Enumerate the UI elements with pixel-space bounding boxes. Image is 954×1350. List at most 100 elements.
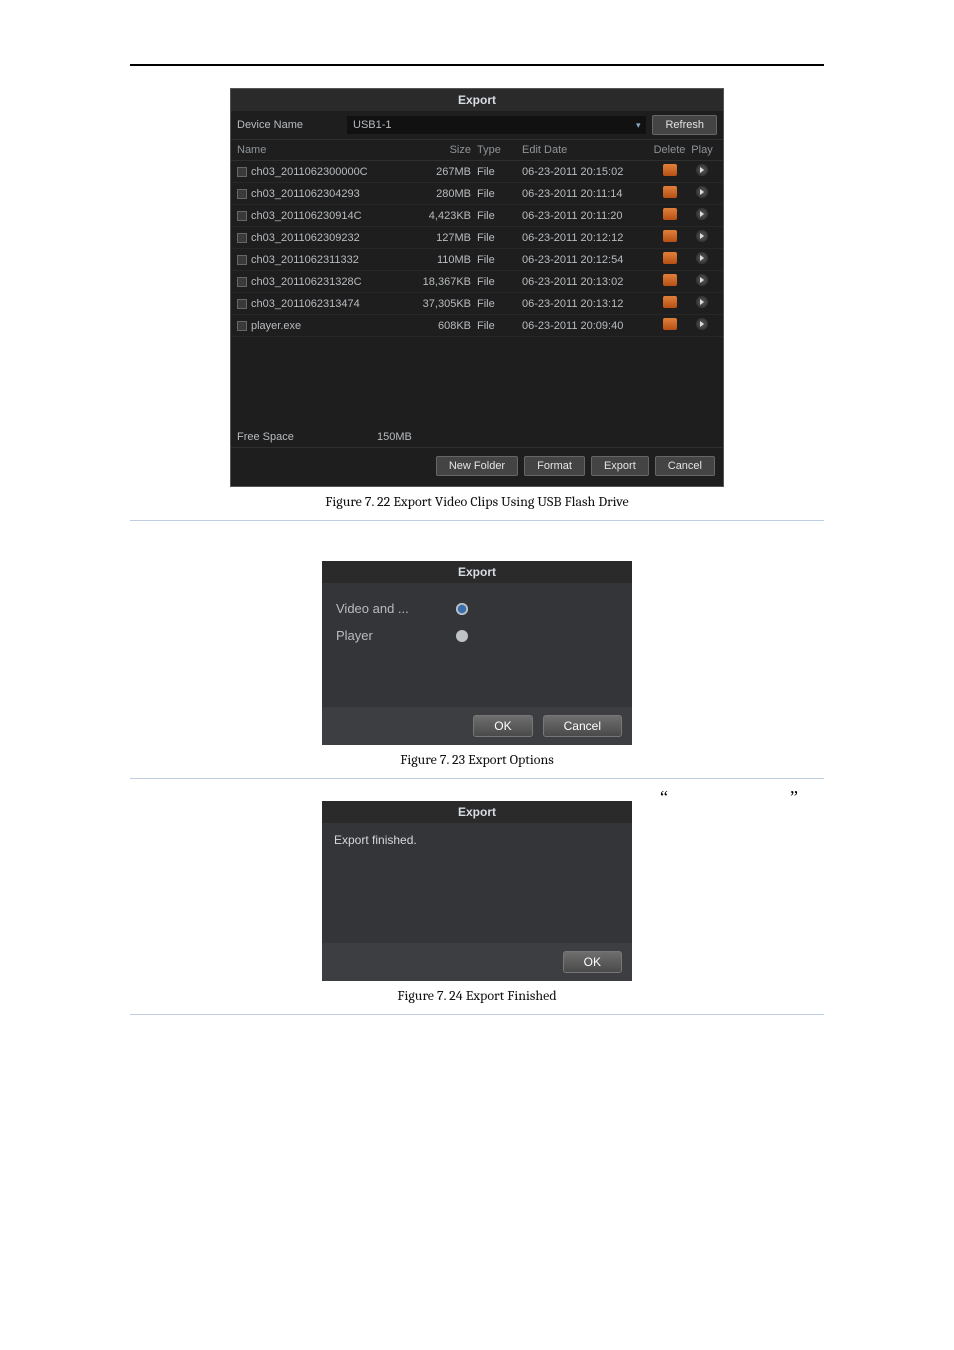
file-name: ch03_201106230914C [251,210,362,222]
file-date: 06-23-2011 20:15:02 [522,166,652,178]
close-quote-glyph: ” [790,787,798,808]
file-name: ch03_2011062300000C [251,166,368,178]
col-size: Size [407,144,477,156]
play-icon[interactable] [696,186,708,198]
refresh-button[interactable]: Refresh [652,115,717,135]
open-quote-glyph: “ [660,787,668,808]
export-file-dialog: Export Device Name USB1-1 ▾ Refresh Name… [230,88,724,487]
delete-icon[interactable] [663,208,677,220]
file-icon [237,321,247,331]
delete-icon[interactable] [663,230,677,242]
file-type: File [477,232,522,244]
file-date: 06-23-2011 20:13:02 [522,276,652,288]
free-space-label: Free Space [237,431,377,443]
file-icon [237,211,247,221]
file-type: File [477,188,522,200]
play-icon[interactable] [696,208,708,220]
play-icon[interactable] [696,230,708,242]
play-icon[interactable] [696,252,708,264]
delete-icon[interactable] [663,164,677,176]
dialog-title: Export [322,561,632,583]
file-date: 06-23-2011 20:13:12 [522,298,652,310]
file-icon [237,233,247,243]
device-name-value: USB1-1 [353,119,392,131]
option-label: Video and ... [336,601,456,616]
new-folder-button[interactable]: New Folder [436,456,518,476]
cancel-button[interactable]: Cancel [655,456,715,476]
table-row[interactable]: ch03_2011062300000C 267MBFile06-23-2011 2… [231,161,723,183]
device-name-dropdown[interactable]: USB1-1 ▾ [347,116,646,134]
file-size: 4,423KB [407,210,477,222]
file-icon [237,277,247,287]
col-type: Type [477,144,522,156]
file-name: ch03_2011062309232 [251,232,360,244]
file-date: 06-23-2011 20:09:40 [522,320,652,332]
export-option-row: Video and ... [336,595,618,622]
play-icon[interactable] [696,164,708,176]
export-options-dialog: Export Video and ... Player OK Cancel [322,561,632,745]
delete-icon[interactable] [663,318,677,330]
cancel-button[interactable]: Cancel [543,715,622,737]
file-size: 608KB [407,320,477,332]
file-name: player.exe [251,320,301,332]
figure-caption-2: Figure 7. 23 Export Options [130,751,824,768]
file-type: File [477,320,522,332]
play-icon[interactable] [696,296,708,308]
file-size: 18,367KB [407,276,477,288]
figure-caption-1: Figure 7. 22 Export Video Clips Using US… [130,493,824,510]
file-type: File [477,166,522,178]
export-finished-message: Export finished. [334,833,620,847]
play-icon[interactable] [696,274,708,286]
table-row[interactable]: ch03_2011062311332 110MBFile06-23-2011 20… [231,249,723,271]
table-row[interactable]: ch03_201106230914C 4,423KBFile06-23-2011 … [231,205,723,227]
device-name-label: Device Name [237,119,347,131]
dialog-title: Export [322,801,632,823]
file-date: 06-23-2011 20:11:20 [522,210,652,222]
file-type: File [477,210,522,222]
figure-caption-3: Figure 7. 24 Export Finished [130,987,824,1004]
free-space-value: 150MB [377,431,717,443]
file-type: File [477,254,522,266]
file-type: File [477,298,522,310]
table-row[interactable]: ch03_2011062309232127MBFile06-23-2011 20… [231,227,723,249]
file-type: File [477,276,522,288]
table-row[interactable]: ch03_201106231328C 18,367KBFile06-23-2011… [231,271,723,293]
ok-button[interactable]: OK [563,951,622,973]
file-size: 267MB [407,166,477,178]
delete-icon[interactable] [663,186,677,198]
chevron-down-icon: ▾ [636,120,641,131]
delete-icon[interactable] [663,274,677,286]
col-del: Delete [652,144,687,156]
col-name: Name [237,144,407,156]
dialog-title: Export [231,89,723,111]
file-size: 127MB [407,232,477,244]
file-name: ch03_2011062304293 [251,188,360,200]
export-finished-dialog: Export Export finished. OK [322,801,632,981]
file-size: 110MB [407,254,477,266]
format-button[interactable]: Format [524,456,585,476]
table-row[interactable]: ch03_2011062304293 280MBFile06-23-2011 20… [231,183,723,205]
export-button[interactable]: Export [591,456,649,476]
file-name: ch03_2011062313474 [251,298,360,310]
ok-button[interactable]: OK [473,715,532,737]
file-date: 06-23-2011 20:11:14 [522,188,652,200]
table-row[interactable]: ch03_2011062313474 37,305KBFile06-23-2011… [231,293,723,315]
file-date: 06-23-2011 20:12:54 [522,254,652,266]
delete-icon[interactable] [663,296,677,308]
file-name: ch03_201106231328C [251,276,362,288]
play-icon[interactable] [696,318,708,330]
file-icon [237,255,247,265]
file-size: 37,305KB [407,298,477,310]
col-date: Edit Date [522,144,652,156]
col-play: Play [687,144,717,156]
file-icon [237,299,247,309]
option-label: Player [336,628,456,643]
radio-selected-icon[interactable] [456,603,468,615]
file-table-header: Name Size Type Edit Date Delete Play [231,140,723,161]
radio-unselected-icon[interactable] [456,630,468,642]
file-name: ch03_2011062311332 [251,254,359,266]
table-row[interactable]: player.exe 608KBFile06-23-2011 20:09:40 [231,315,723,337]
file-size: 280MB [407,188,477,200]
file-icon [237,189,247,199]
delete-icon[interactable] [663,252,677,264]
